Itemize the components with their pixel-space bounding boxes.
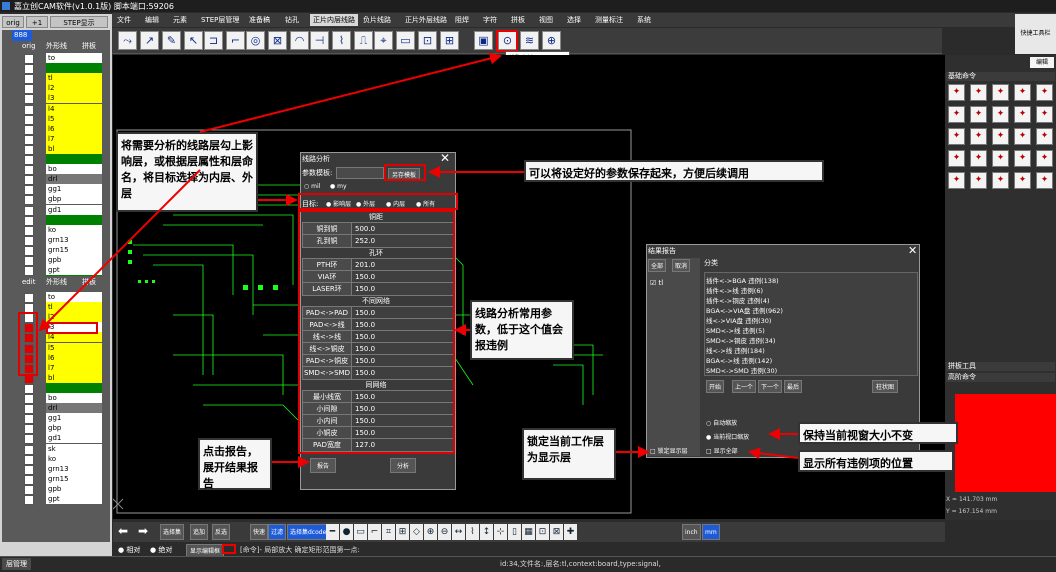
- annotation-arrows: [38, 52, 799, 468]
